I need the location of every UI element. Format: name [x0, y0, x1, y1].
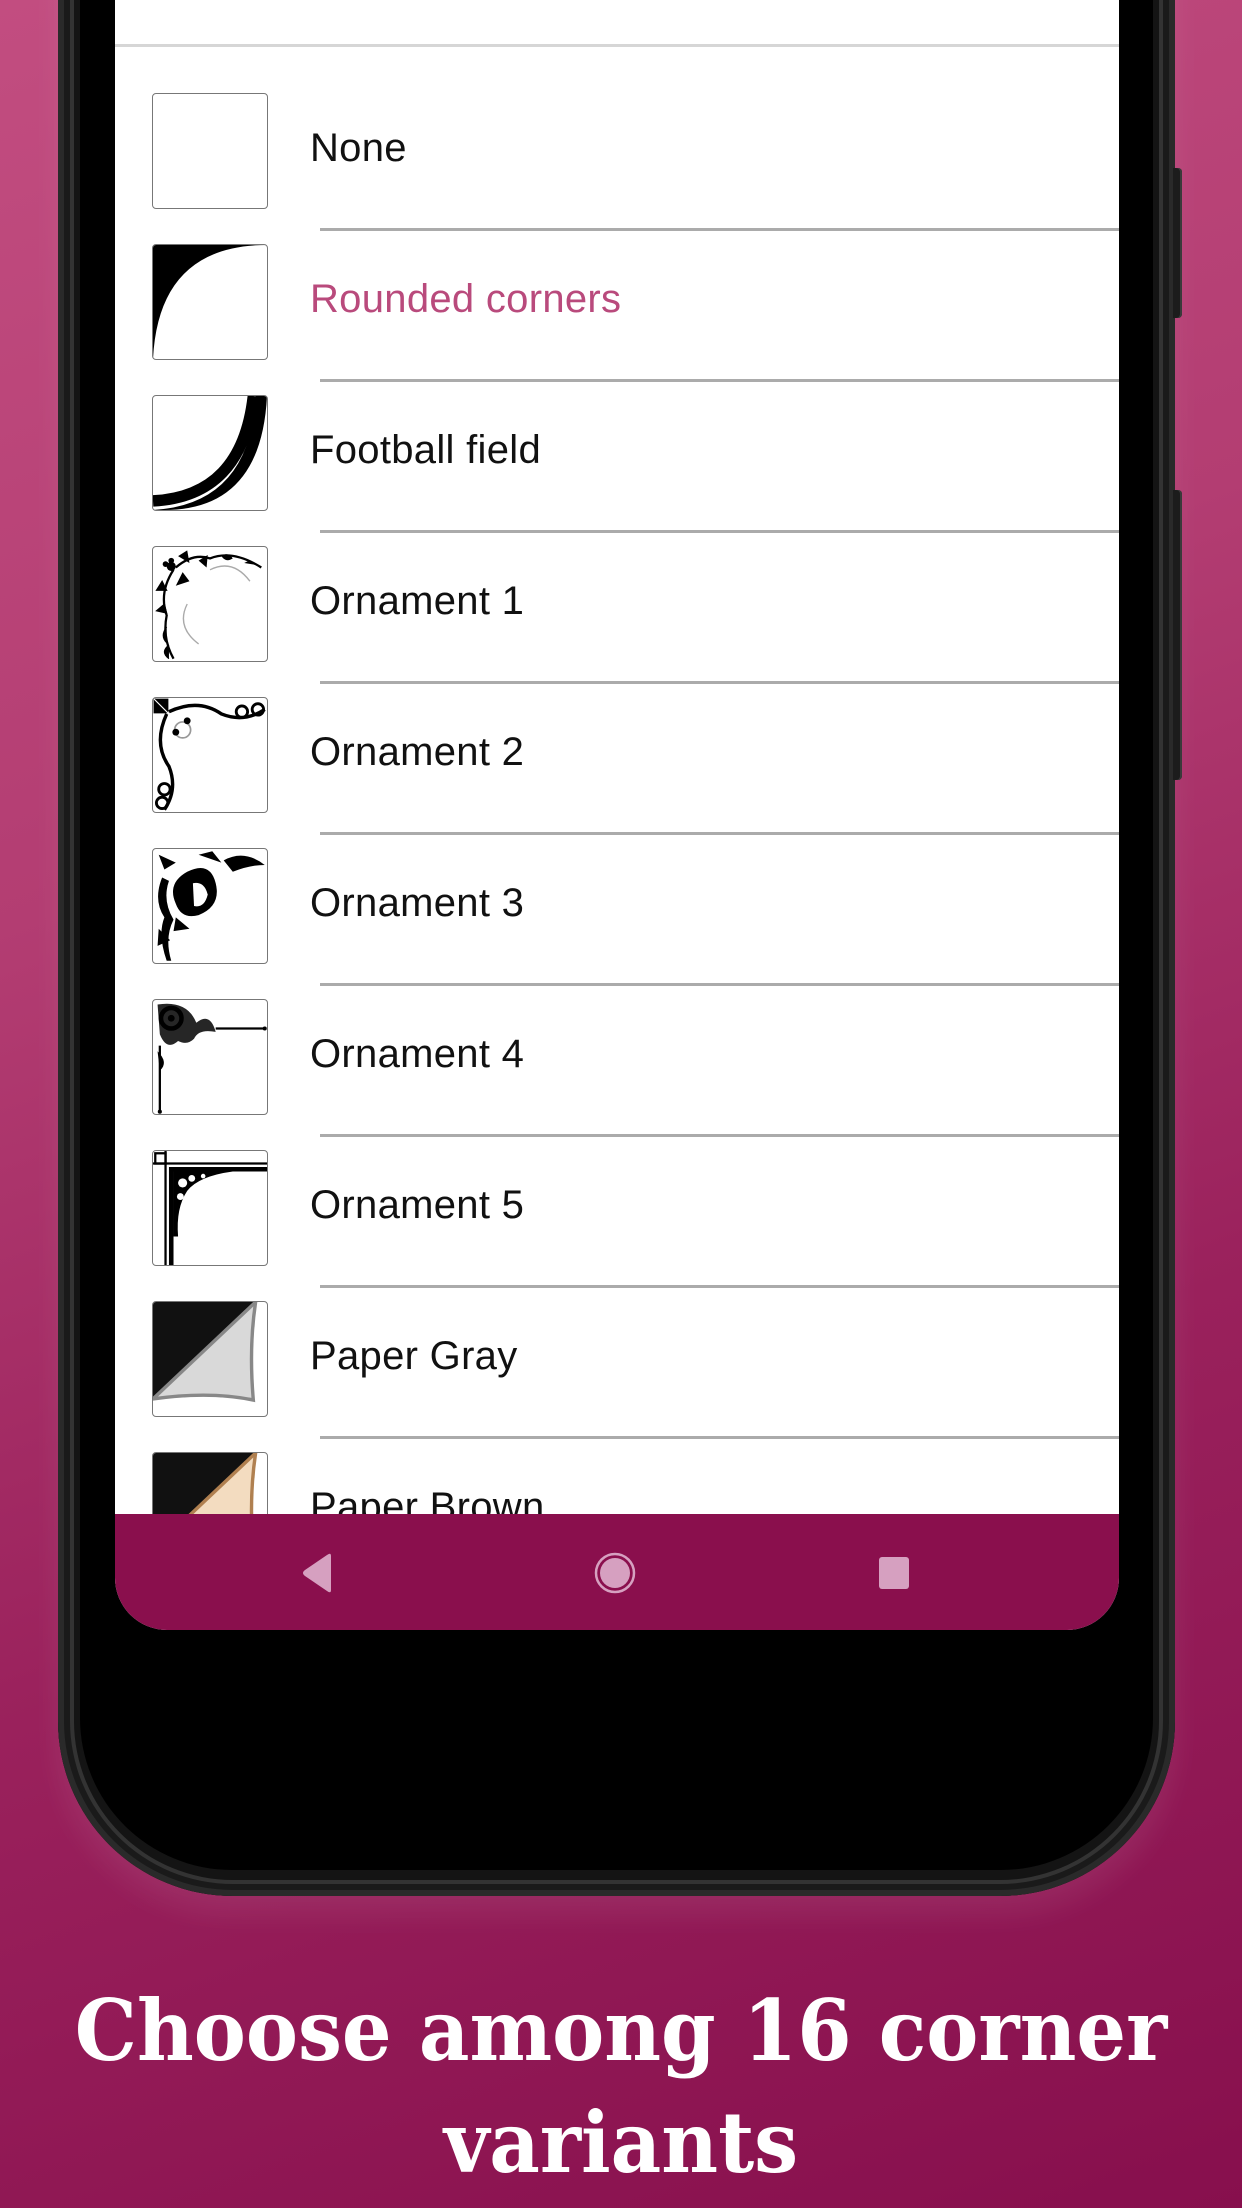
- list-item-label: Ornament 3: [310, 881, 525, 925]
- promo-caption-line-1: Choose among 16 corner: [74, 1981, 1168, 2080]
- list-item-ornament-3[interactable]: Ornament 3: [115, 803, 1119, 986]
- list-item-ornament-1[interactable]: Ornament 1: [115, 501, 1119, 684]
- list-item-ornament-5[interactable]: Ornament 5: [115, 1105, 1119, 1288]
- list-item-football-field[interactable]: Football field: [115, 350, 1119, 533]
- list-item-label: Ornament 4: [310, 1032, 525, 1076]
- recents-icon: [879, 1557, 909, 1589]
- corner-rounded-icon: [152, 244, 268, 360]
- corner-ornament-2-icon: [152, 697, 268, 813]
- system-navigation-bar: [115, 1514, 1119, 1630]
- promo-caption: Choose among 16 corner variants: [43, 1975, 1198, 2199]
- list-item-none[interactable]: None: [115, 48, 1119, 231]
- corner-style-list: None Rounded corners Football field Orna…: [115, 48, 1119, 1568]
- promo-caption-line-2: variants: [443, 2093, 799, 2192]
- corner-ornament-4-icon: [152, 999, 268, 1115]
- phone-side-button-volume: [1173, 490, 1182, 780]
- list-item-ornament-2[interactable]: Ornament 2: [115, 652, 1119, 835]
- list-item-label: Ornament 2: [310, 730, 525, 774]
- corner-ornament-1-icon: [152, 546, 268, 662]
- list-item-label: Paper Gray: [310, 1334, 518, 1378]
- home-icon: [594, 1552, 636, 1594]
- back-icon: [303, 1553, 331, 1593]
- list-item-rounded-corners[interactable]: Rounded corners: [115, 199, 1119, 382]
- home-button[interactable]: [590, 1550, 640, 1596]
- list-item-label: Ornament 5: [310, 1183, 525, 1227]
- list-item-label-selected: Rounded corners: [310, 277, 622, 321]
- corner-none-icon: [152, 93, 268, 209]
- list-item-label: Football field: [310, 428, 541, 472]
- app-screen: None Rounded corners Football field Orna…: [115, 0, 1119, 1630]
- list-item-label: None: [310, 126, 407, 170]
- list-item-ornament-4[interactable]: Ornament 4: [115, 954, 1119, 1137]
- app-header: [115, 0, 1119, 47]
- phone-side-button-power: [1173, 168, 1182, 318]
- recents-button[interactable]: [870, 1550, 920, 1596]
- list-item-paper-gray[interactable]: Paper Gray: [115, 1256, 1119, 1439]
- corner-ornament-3-icon: [152, 848, 268, 964]
- corner-paper-gray-icon: [152, 1301, 268, 1417]
- corner-football-field-icon: [152, 395, 268, 511]
- corner-ornament-5-icon: [152, 1150, 268, 1266]
- back-button[interactable]: [295, 1550, 345, 1596]
- list-item-label: Ornament 1: [310, 579, 525, 623]
